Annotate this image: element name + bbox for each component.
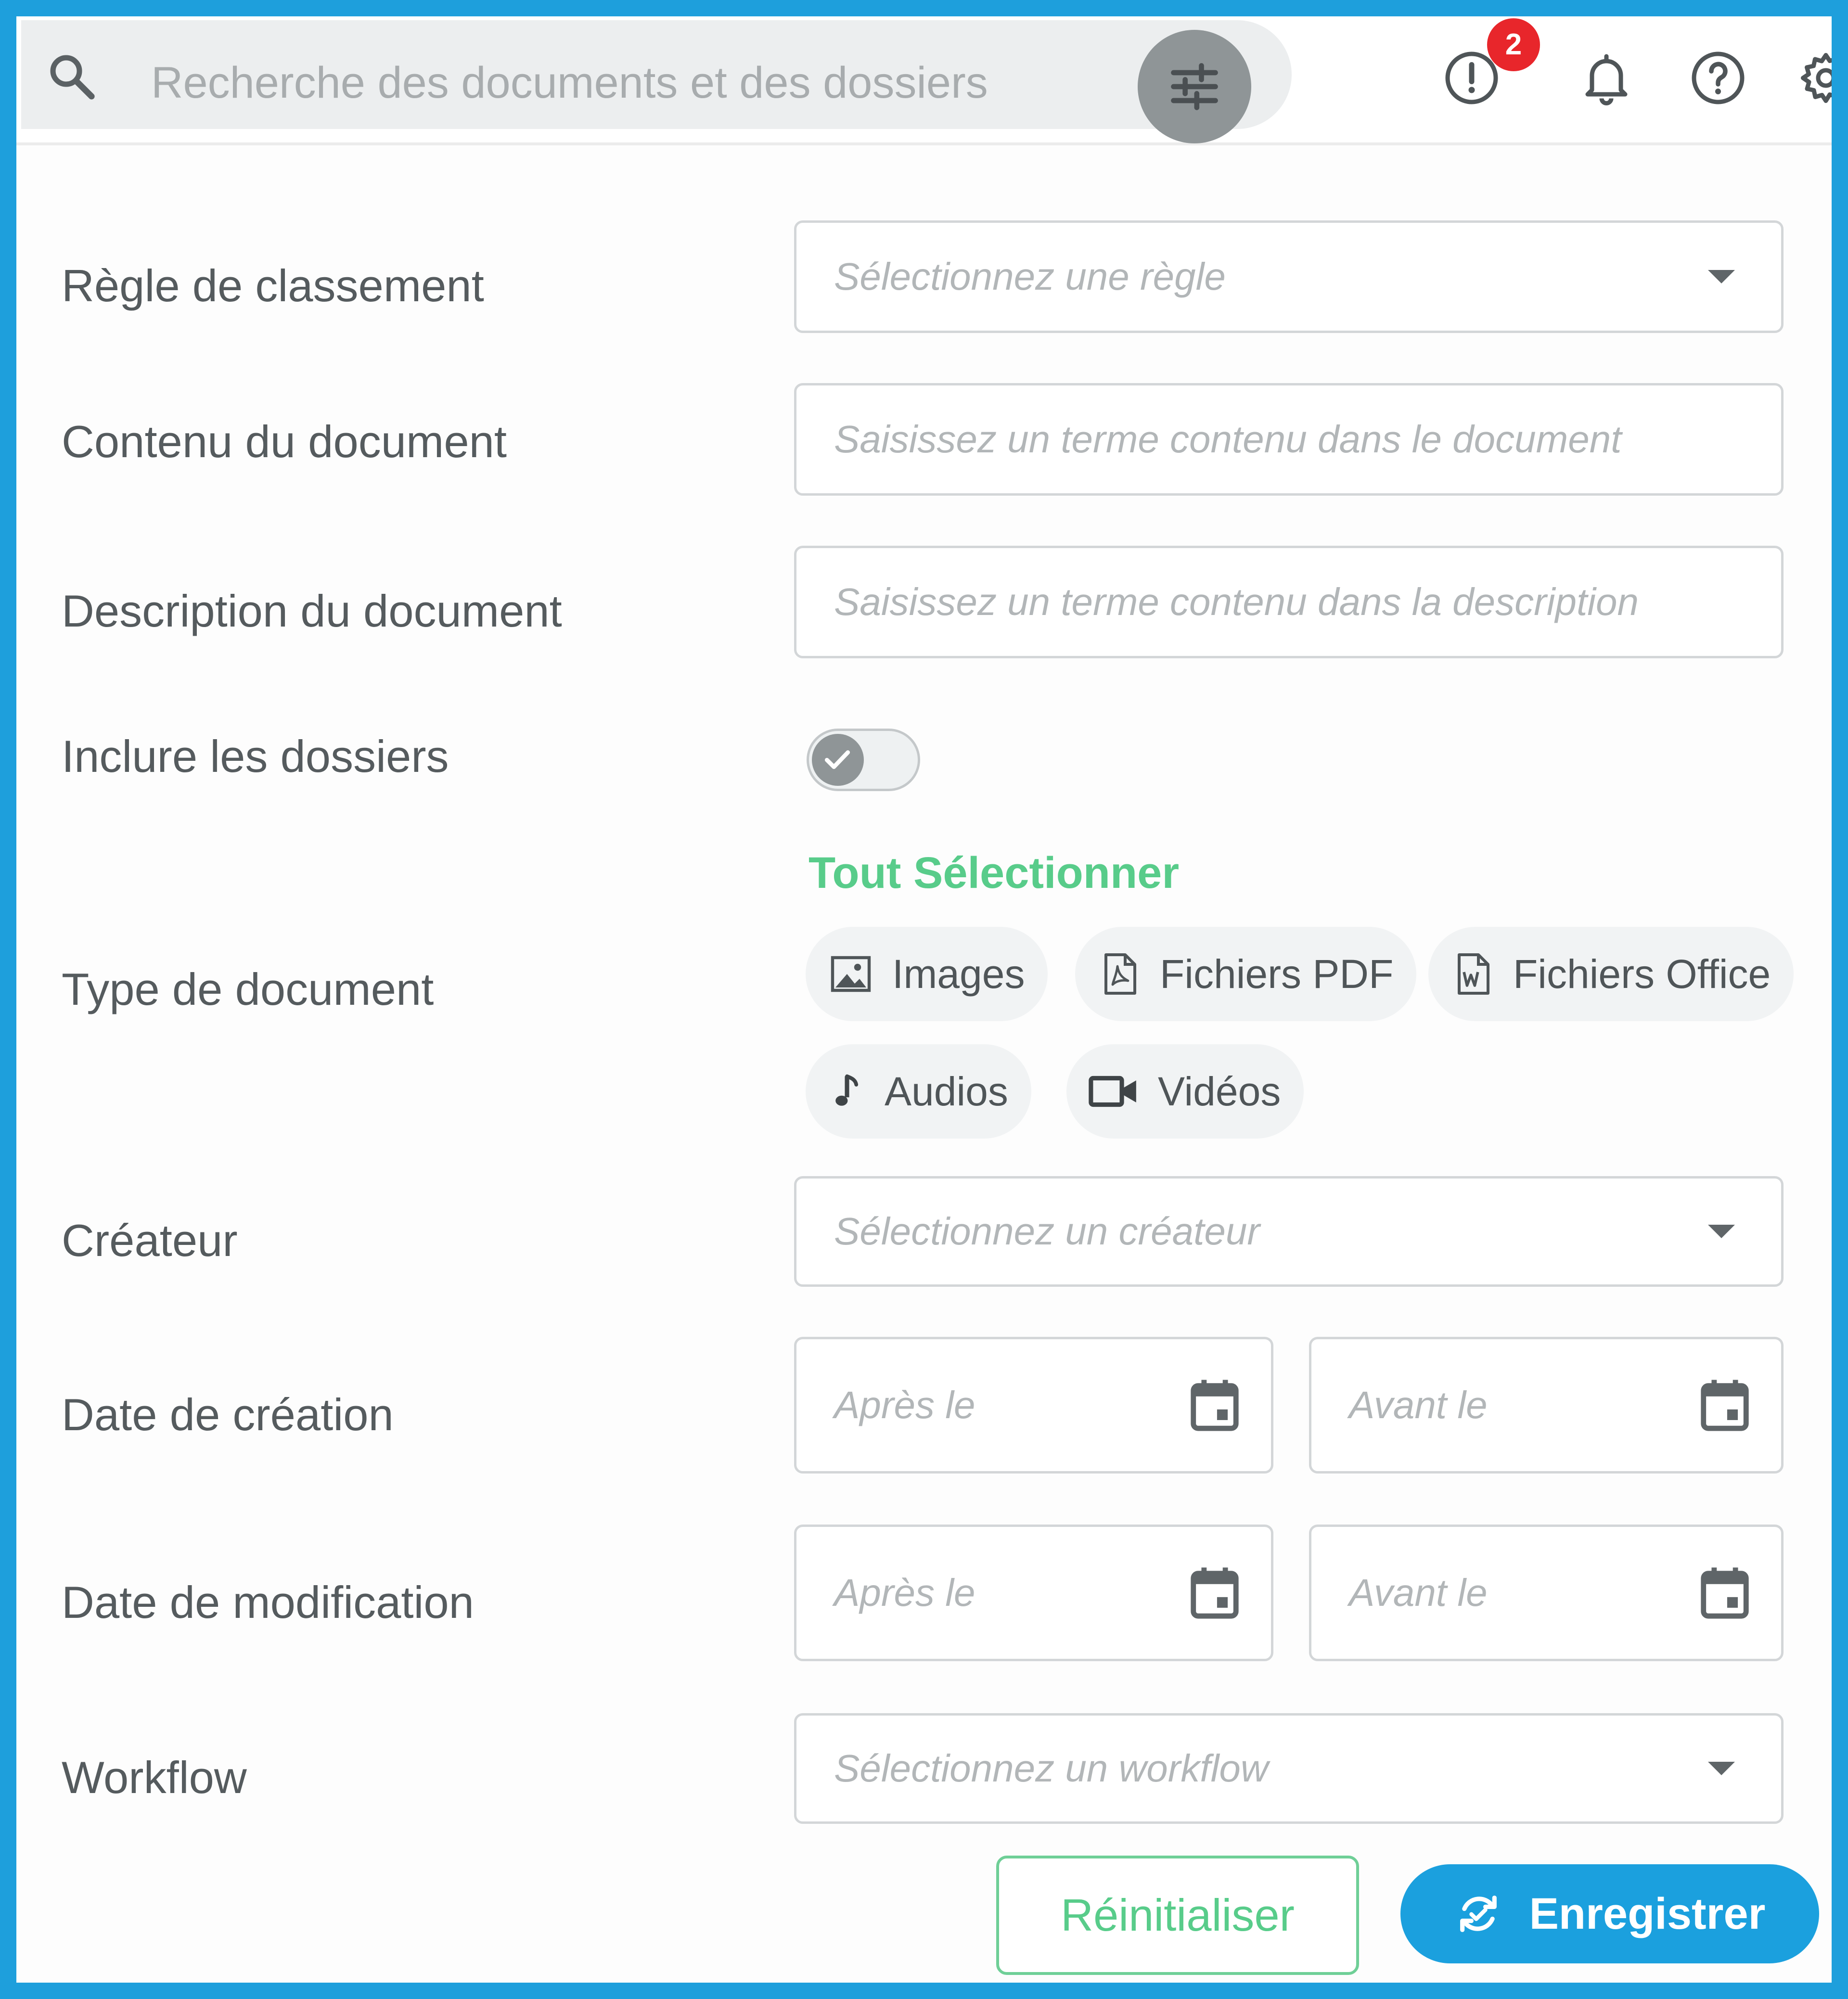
tune-sliders-icon — [1171, 63, 1218, 110]
chip-label: Fichiers PDF — [1160, 951, 1394, 997]
chip-label: Vidéos — [1158, 1068, 1281, 1114]
save-button[interactable]: Enregistrer — [1400, 1864, 1819, 1963]
chip-label: Fichiers Office — [1513, 951, 1771, 997]
creation-date-label: Date de création — [62, 1389, 394, 1440]
help-circle-icon[interactable] — [1689, 49, 1747, 107]
doc-type-label: Type de document — [62, 964, 434, 1014]
creation-before-input[interactable]: Avant le — [1309, 1337, 1784, 1474]
check-icon — [824, 750, 850, 769]
modification-before-input[interactable]: Avant le — [1309, 1525, 1784, 1661]
modification-before-placeholder: Avant le — [1349, 1571, 1488, 1614]
content-label: Contenu du document — [62, 416, 507, 467]
music-note-icon — [835, 1074, 859, 1106]
toggle-knob — [812, 734, 864, 786]
word-file-icon — [1458, 953, 1489, 995]
reset-button[interactable]: Réinitialiser — [996, 1856, 1359, 1975]
workflow-label: Workflow — [62, 1752, 247, 1803]
chip-videos[interactable]: Vidéos — [1066, 1044, 1304, 1139]
filter-button[interactable] — [1138, 30, 1251, 143]
chip-audios[interactable]: Audios — [806, 1044, 1031, 1139]
chip-office[interactable]: Fichiers Office — [1428, 927, 1794, 1021]
search-input[interactable]: Recherche des documents et des dossiers — [151, 58, 988, 108]
calendar-icon[interactable] — [1188, 1564, 1241, 1621]
chip-images[interactable]: Images — [806, 927, 1048, 1021]
select-all-link[interactable]: Tout Sélectionner — [808, 848, 1179, 898]
modification-after-placeholder: Après le — [834, 1571, 975, 1614]
workflow-select[interactable]: Sélectionnez un workflow — [794, 1713, 1784, 1824]
search-bar[interactable]: Recherche des documents et des dossiers — [21, 20, 1292, 143]
content-input-placeholder: Saisissez un terme contenu dans le docum… — [834, 418, 1622, 461]
chevron-down-icon — [1708, 1762, 1735, 1775]
creator-select[interactable]: Sélectionnez un créateur — [794, 1176, 1784, 1287]
creator-select-placeholder: Sélectionnez un créateur — [834, 1210, 1260, 1253]
chevron-down-icon — [1708, 270, 1735, 283]
creator-label: Créateur — [62, 1215, 238, 1266]
description-input-placeholder: Saisissez un terme contenu dans la descr… — [834, 580, 1639, 623]
rule-label: Règle de classement — [62, 260, 484, 311]
image-icon — [831, 956, 871, 992]
video-camera-icon — [1089, 1076, 1136, 1107]
pdf-file-icon — [1104, 953, 1136, 995]
app-frame: Recherche des documents et des dossiers — [0, 0, 1848, 1999]
bell-icon[interactable] — [1578, 49, 1635, 107]
chip-label: Images — [892, 951, 1025, 997]
chip-pdf[interactable]: Fichiers PDF — [1075, 927, 1417, 1021]
chip-label: Audios — [885, 1068, 1008, 1114]
creation-before-placeholder: Avant le — [1349, 1384, 1488, 1426]
search-icon[interactable] — [45, 50, 98, 103]
alert-badge: 2 — [1487, 18, 1540, 71]
description-label: Description du document — [62, 586, 562, 636]
content-input[interactable]: Saisissez un terme contenu dans le docum… — [794, 383, 1784, 496]
workflow-select-placeholder: Sélectionnez un workflow — [834, 1747, 1269, 1790]
include-folders-label: Inclure les dossiers — [62, 731, 449, 782]
creation-after-input[interactable]: Après le — [794, 1337, 1273, 1474]
calendar-icon[interactable] — [1698, 1564, 1751, 1621]
calendar-icon[interactable] — [1188, 1376, 1241, 1433]
rule-select[interactable]: Sélectionnez une règle — [794, 220, 1784, 333]
calendar-icon[interactable] — [1698, 1376, 1751, 1433]
save-button-label: Enregistrer — [1529, 1889, 1766, 1938]
modification-date-label: Date de modification — [62, 1577, 474, 1627]
creation-after-placeholder: Après le — [834, 1384, 975, 1426]
chevron-down-icon — [1708, 1225, 1735, 1238]
refresh-save-icon — [1460, 1896, 1497, 1932]
description-input[interactable]: Saisissez un terme contenu dans la descr… — [794, 546, 1784, 658]
gear-icon[interactable] — [1797, 49, 1848, 107]
rule-select-placeholder: Sélectionnez une règle — [834, 255, 1226, 298]
modification-after-input[interactable]: Après le — [794, 1525, 1273, 1661]
include-folders-toggle[interactable] — [807, 729, 920, 791]
top-bar: Recherche des documents et des dossiers — [16, 16, 1832, 145]
